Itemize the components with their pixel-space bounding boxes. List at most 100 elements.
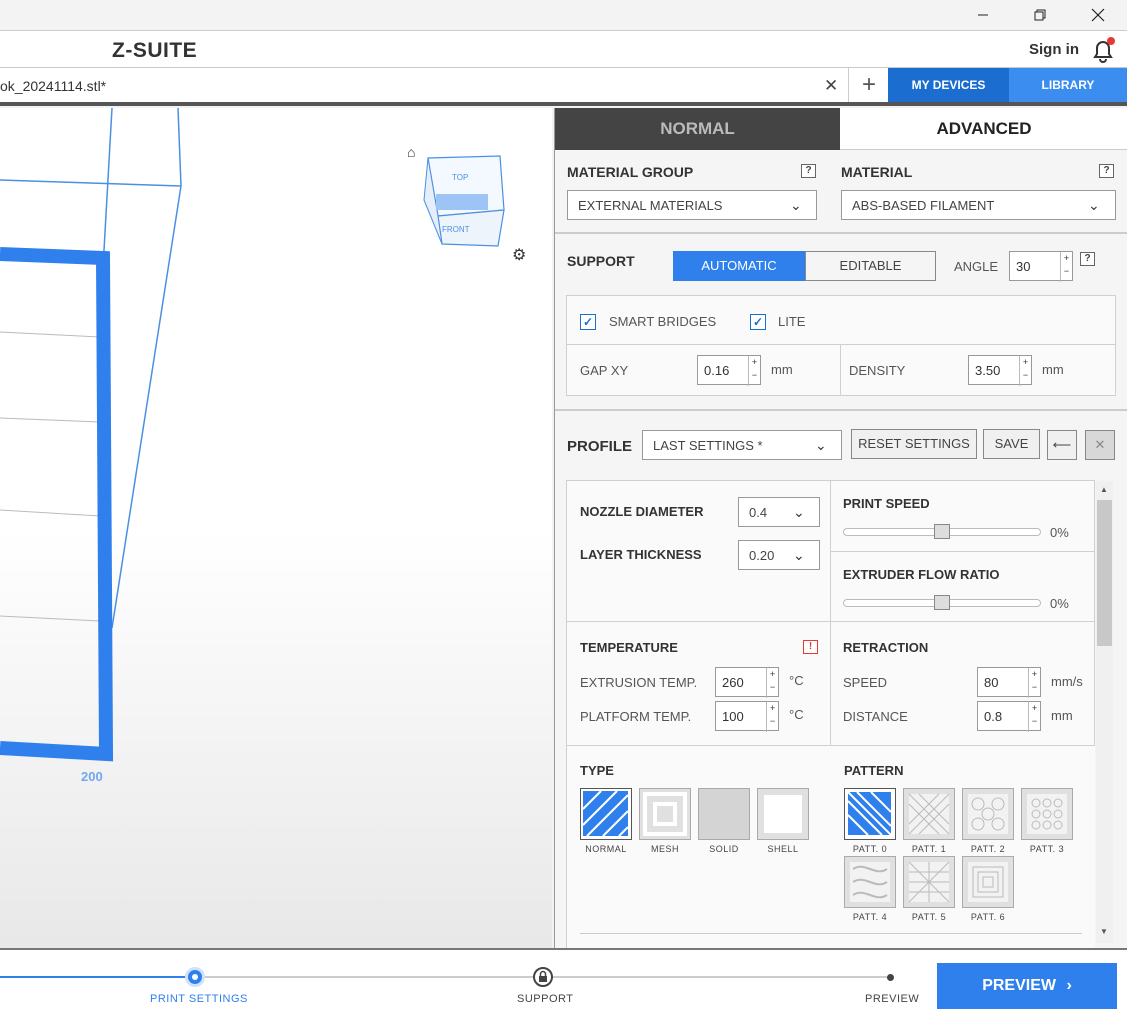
scrollbar-thumb[interactable] (1097, 500, 1112, 646)
step-preview[interactable]: PREVIEW (865, 993, 919, 1005)
lite-checkbox[interactable]: ✓ (750, 314, 766, 330)
flow-ratio-value: 0% (1050, 596, 1069, 611)
my-devices-button[interactable]: MY DEVICES (888, 68, 1009, 102)
retraction-label: RETRACTION (843, 640, 929, 655)
type-shell-icon[interactable] (757, 788, 809, 840)
app-header: Z-SUITE Sign in (0, 30, 1127, 68)
nozzle-diameter-value: 0.4 (749, 505, 768, 520)
type-solid-label: SOLID (709, 844, 739, 854)
angle-stepper[interactable]: + − (1060, 252, 1072, 282)
profile-row: PROFILE LAST SETTINGS * ⌄ RESET SETTINGS… (555, 411, 1127, 473)
gap-xy-value: 0.16 (704, 363, 730, 378)
smart-bridges-label: SMART BRIDGES (609, 314, 717, 329)
pattern-4-icon[interactable] (844, 856, 896, 908)
pattern-6-icon[interactable] (962, 856, 1014, 908)
step-support[interactable]: SUPPORT (517, 993, 573, 1005)
library-button[interactable]: LIBRARY (1009, 68, 1127, 102)
material-group-select[interactable]: EXTERNAL MATERIALS ⌄ (567, 190, 817, 220)
gap-xy-unit: mm (771, 362, 793, 377)
file-tab[interactable]: ok_20241114.stl* (0, 68, 849, 102)
close-tab-icon[interactable]: ✕ (824, 76, 838, 96)
material-section: MATERIAL GROUP ? EXTERNAL MATERIALS ⌄ MA… (555, 150, 1127, 234)
nozzle-diameter-select[interactable]: 0.4 ⌄ (738, 497, 820, 527)
settings-scrollbar[interactable]: ▲ ▼ (1096, 481, 1113, 943)
angle-value: 30 (1016, 259, 1031, 274)
profile-select[interactable]: LAST SETTINGS * ⌄ (642, 430, 842, 460)
infill-box: TYPE PATTERN NORMAL MESH SOLID SHELL PAT… (566, 745, 1095, 948)
retraction-distance-input[interactable]: 0.8 + − (977, 701, 1041, 732)
temperature-box: TEMPERATURE ! EXTRUSION TEMP. 260 + − °C … (566, 621, 831, 746)
editable-button[interactable]: EDITABLE (805, 251, 936, 281)
material-select[interactable]: ABS-BASED FILAMENT ⌄ (841, 190, 1116, 220)
delete-profile-icon[interactable]: ✕ (1085, 430, 1115, 460)
extrusion-temp-unit: °C (789, 673, 804, 688)
reset-settings-button[interactable]: RESET SETTINGS (851, 429, 977, 459)
pattern-5-icon[interactable] (903, 856, 955, 908)
platform-temp-unit: °C (789, 707, 804, 722)
window-titlebar (0, 0, 1127, 30)
divider (580, 933, 1082, 934)
print-speed-slider-thumb[interactable] (934, 524, 950, 539)
file-tab-name: ok_20241114.stl* (0, 78, 107, 94)
retraction-distance-stepper[interactable]: + − (1028, 702, 1040, 732)
type-solid-icon[interactable] (698, 788, 750, 840)
layer-thickness-select[interactable]: 0.20 ⌄ (738, 540, 820, 570)
retraction-speed-stepper[interactable]: + − (1028, 668, 1040, 698)
automatic-button[interactable]: AUTOMATIC (673, 251, 805, 281)
density-stepper[interactable]: + − (1019, 356, 1031, 386)
tab-advanced[interactable]: ADVANCED (840, 108, 1127, 150)
gap-xy-label: GAP XY (580, 363, 629, 378)
layer-thickness-value: 0.20 (749, 548, 775, 563)
pattern-1-icon[interactable] (903, 788, 955, 840)
step-print-settings[interactable]: PRINT SETTINGS (150, 993, 248, 1005)
tab-normal[interactable]: NORMAL (555, 108, 840, 150)
view-cube[interactable]: TOP FRONT (418, 150, 506, 255)
pattern-3-icon[interactable] (1021, 788, 1073, 840)
3d-viewport[interactable]: 200 ⌂ TOP FRONT ⚙ (0, 108, 552, 948)
minimize-icon[interactable] (960, 0, 1006, 30)
lock-icon[interactable] (533, 967, 553, 987)
sign-in-link[interactable]: Sign in (1029, 41, 1079, 58)
bell-icon[interactable] (1090, 36, 1116, 69)
density-label: DENSITY (849, 363, 906, 378)
add-tab-button[interactable]: + (850, 68, 888, 102)
retraction-speed-input[interactable]: 80 + − (977, 667, 1041, 698)
step-print-settings-dot[interactable] (185, 967, 205, 987)
retraction-speed-value: 80 (984, 675, 999, 690)
type-mesh-icon[interactable] (639, 788, 691, 840)
warning-icon[interactable]: ! (803, 640, 818, 654)
platform-temp-stepper[interactable]: + − (766, 702, 778, 732)
help-icon[interactable]: ? (1080, 252, 1095, 266)
type-normal-icon[interactable] (580, 788, 632, 840)
save-button[interactable]: SAVE (983, 429, 1040, 459)
gap-xy-input[interactable]: 0.16 + − (697, 355, 761, 386)
profile-value: LAST SETTINGS * (653, 438, 763, 453)
pattern-2-icon[interactable] (962, 788, 1014, 840)
angle-input[interactable]: 30 + − (1009, 251, 1073, 282)
smart-bridges-checkbox[interactable]: ✓ (580, 314, 596, 330)
gap-xy-stepper[interactable]: + − (748, 356, 760, 386)
platform-temp-input[interactable]: 100 + − (715, 701, 779, 732)
scroll-up-icon[interactable]: ▲ (1100, 485, 1108, 494)
gear-icon[interactable]: ⚙ (512, 245, 526, 265)
restore-icon[interactable] (1017, 0, 1063, 30)
pattern-0-icon[interactable] (844, 788, 896, 840)
chevron-down-icon: ⌄ (815, 437, 827, 453)
preview-button[interactable]: PREVIEW › (937, 963, 1117, 1009)
home-icon[interactable]: ⌂ (407, 144, 415, 160)
extrusion-temp-stepper[interactable]: + − (766, 668, 778, 698)
close-icon[interactable] (1075, 0, 1121, 30)
retraction-speed-unit: mm/s (1051, 674, 1083, 689)
cube-front-label: FRONT (442, 225, 470, 234)
retraction-box: RETRACTION SPEED 80 + − mm/s DISTANCE 0.8… (830, 621, 1095, 746)
export-icon[interactable]: ⟵ (1047, 430, 1077, 460)
flow-ratio-slider-thumb[interactable] (934, 595, 950, 610)
scroll-down-icon[interactable]: ▼ (1100, 927, 1108, 936)
help-icon[interactable]: ? (801, 164, 816, 178)
chevron-down-icon: ⌄ (1088, 197, 1100, 213)
density-input[interactable]: 3.50 + − (968, 355, 1032, 386)
step-preview-dot (887, 974, 894, 981)
material-group-value: EXTERNAL MATERIALS (578, 198, 723, 213)
help-icon[interactable]: ? (1099, 164, 1114, 178)
extrusion-temp-input[interactable]: 260 + − (715, 667, 779, 698)
